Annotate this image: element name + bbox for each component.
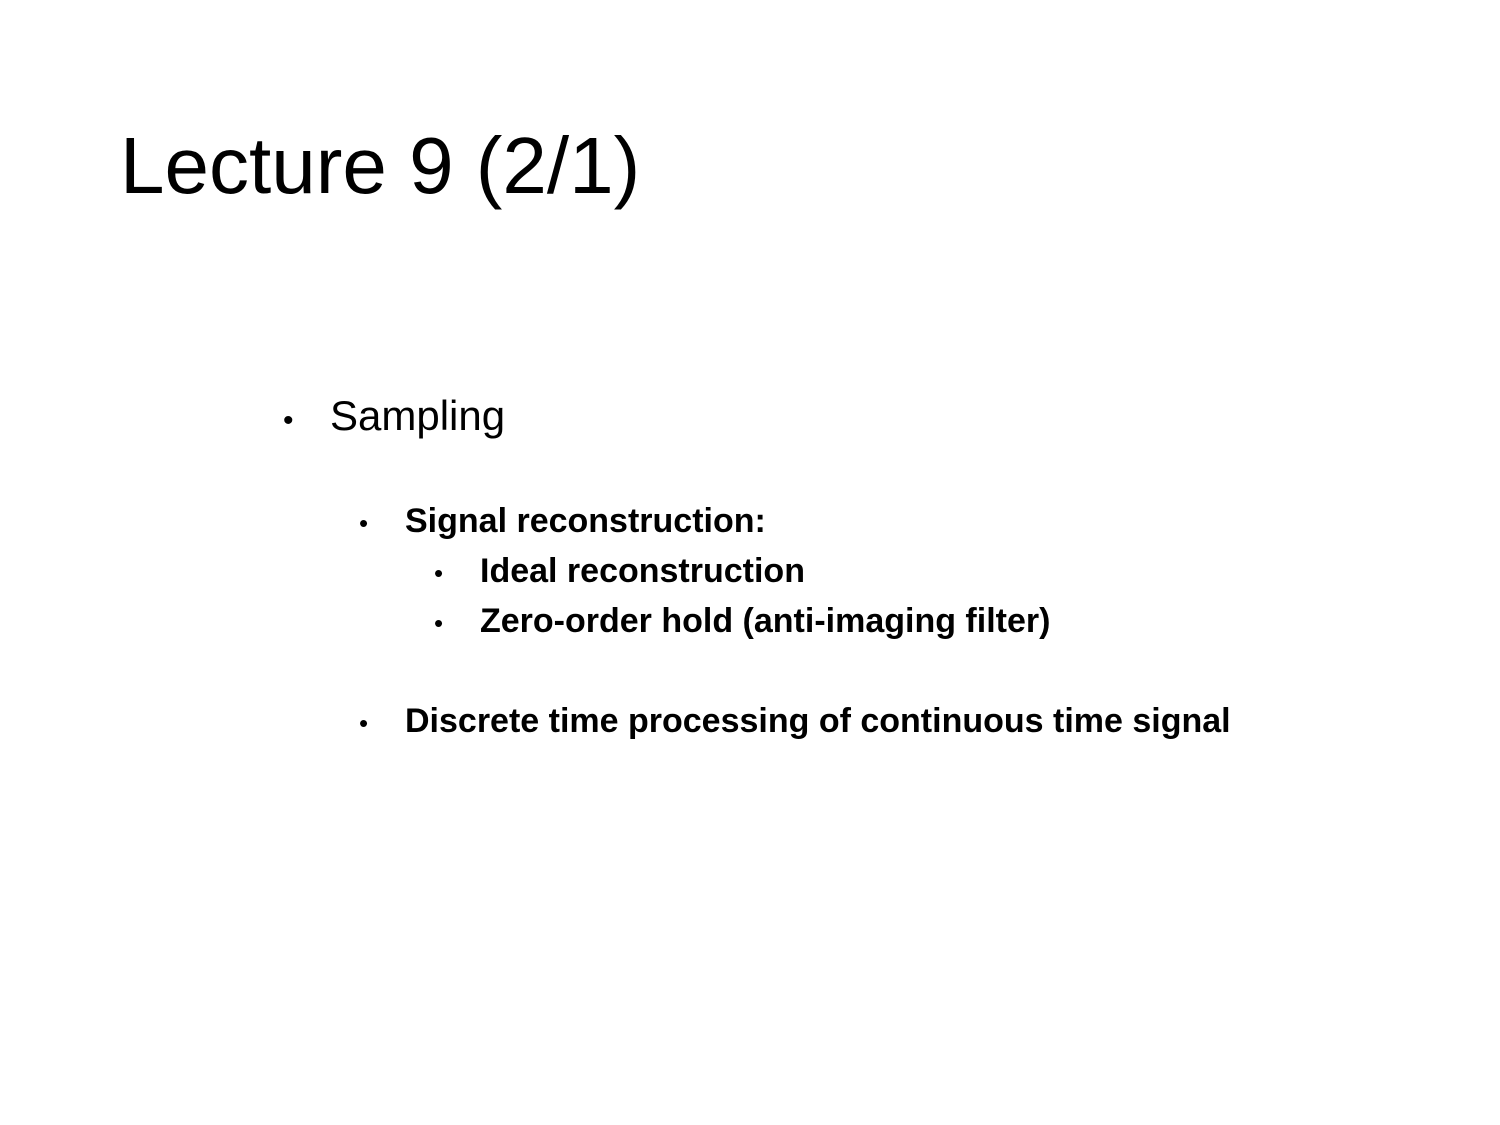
bullet-label: Ideal reconstruction: [480, 552, 805, 590]
bullet-label: Sampling: [330, 392, 506, 439]
bullet-label: Signal reconstruction:: [405, 502, 766, 540]
bullet-item-signal-reconstruction: • Signal reconstruction:: [359, 500, 766, 544]
slide: Lecture 9 (2/1) • Sampling • Signal reco…: [0, 0, 1500, 1125]
bullet-icon: •: [434, 558, 444, 588]
bullet-icon: •: [359, 708, 369, 738]
bullet-item-zero-order-hold: • Zero-order hold (anti-imaging filter): [434, 600, 1050, 644]
bullet-item-discrete-time-processing: • Discrete time processing of continuous…: [359, 700, 1231, 744]
bullet-item-sampling: • Sampling: [283, 390, 505, 447]
bullet-item-ideal-reconstruction: • Ideal reconstruction: [434, 550, 805, 594]
bullet-icon: •: [359, 508, 369, 538]
slide-title: Lecture 9 (2/1): [120, 121, 641, 210]
bullet-icon: •: [283, 404, 294, 437]
bullet-label: Discrete time processing of continuous t…: [405, 702, 1231, 740]
bullet-icon: •: [434, 608, 444, 638]
bullet-label: Zero-order hold (anti-imaging filter): [480, 602, 1051, 640]
